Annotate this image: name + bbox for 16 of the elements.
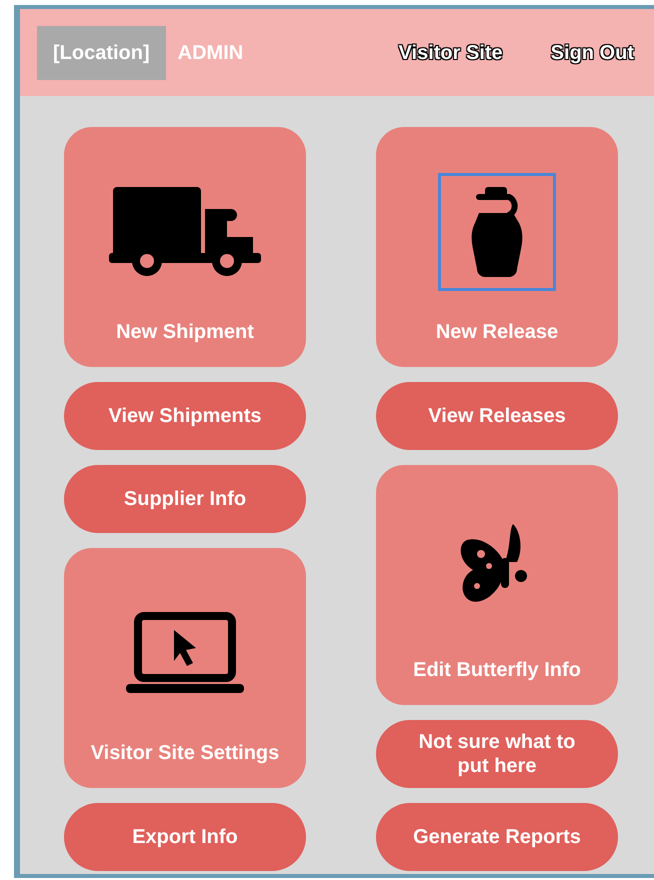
tile-button[interactable]: New Release [376,127,618,367]
role-label: ADMIN [178,40,244,66]
action-button[interactable]: Export Info [64,803,306,871]
action-button[interactable]: View Shipments [64,382,306,450]
action-button[interactable]: Generate Reports [376,803,618,871]
location-label: [Location] [37,26,166,80]
tile-button[interactable]: Visitor Site Settings [64,548,306,788]
truck-icon [109,187,261,277]
nav-link[interactable]: Visitor Site [398,38,503,68]
tile-button[interactable]: Edit Butterfly Info [376,465,618,705]
tile-button[interactable]: New Shipment [64,127,306,367]
nav-link[interactable]: Sign Out [550,38,634,68]
action-button[interactable]: Supplier Info [64,465,306,533]
action-button[interactable]: Not sure what to put here [376,720,618,788]
action-button[interactable]: View Releases [376,382,618,450]
laptop-cursor-icon [126,612,244,694]
